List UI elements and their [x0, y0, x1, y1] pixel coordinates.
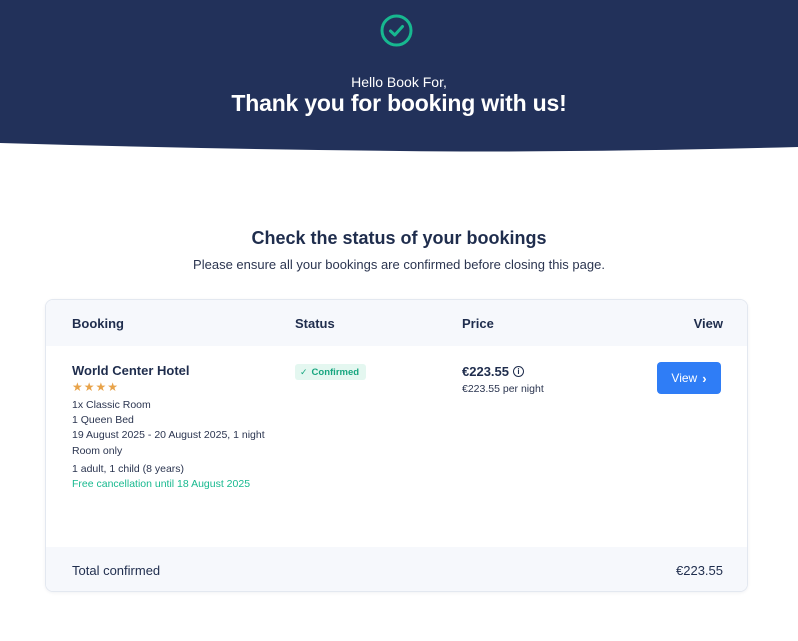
column-header-status: Status: [295, 316, 335, 331]
section-title: Check the status of your bookings: [251, 228, 547, 248]
checkmark-icon: ✓: [300, 366, 308, 377]
bookings-table: Booking Status Price View World Center H…: [45, 299, 748, 592]
column-header-view: View: [693, 316, 723, 331]
total-label: Total confirmed: [72, 563, 161, 578]
room-type: 1x Classic Room: [72, 399, 151, 411]
status-label: Confirmed: [311, 366, 360, 378]
greeting-text: Hello Book For,: [351, 74, 447, 90]
table-footer: Total confirmed €223.55: [46, 547, 747, 591]
table-header: Booking Status Price View: [46, 300, 747, 346]
check-circle-icon: [380, 14, 413, 47]
status-badge: ✓ Confirmed: [295, 364, 367, 380]
view-button[interactable]: View ›: [657, 362, 721, 394]
stay-dates: 19 August 2025 - 20 August 2025, 1 night: [72, 429, 265, 441]
guests: 1 adult, 1 child (8 years): [72, 463, 185, 475]
star-rating-icon: ★★★★: [72, 380, 120, 394]
chevron-right-icon: ›: [702, 370, 707, 386]
price: €223.55 i: [462, 364, 524, 379]
price-per-night: €223.55 per night: [462, 383, 544, 395]
total-value: €223.55: [676, 563, 723, 578]
view-button-label: View: [671, 371, 698, 385]
column-header-booking: Booking: [72, 316, 124, 331]
price-value: €223.55: [462, 364, 509, 379]
info-icon[interactable]: i: [513, 366, 524, 377]
column-header-price: Price: [462, 316, 494, 331]
board-type: Room only: [72, 445, 123, 457]
bed-type: 1 Queen Bed: [72, 414, 134, 426]
header-banner: Hello Book For, Thank you for booking wi…: [0, 0, 798, 152]
section-subtitle: Please ensure all your bookings are conf…: [193, 257, 605, 272]
hotel-name: World Center Hotel: [72, 363, 190, 378]
cancellation-policy: Free cancellation until 18 August 2025: [72, 478, 251, 490]
page-title: Thank you for booking with us!: [231, 90, 567, 116]
